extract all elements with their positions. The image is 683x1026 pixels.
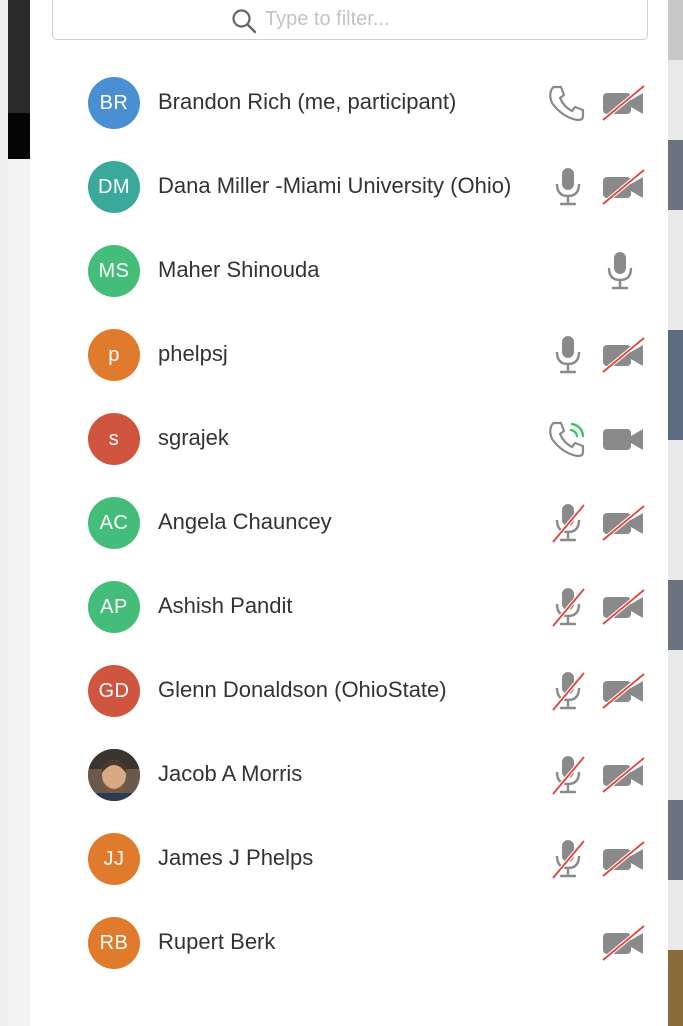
phone-active-icon[interactable] xyxy=(546,418,588,460)
background-window-strip-light xyxy=(8,159,30,1026)
video-off-icon[interactable] xyxy=(600,672,646,710)
avatar: s xyxy=(88,413,140,465)
participant-name: Maher Shinouda xyxy=(158,257,320,282)
video-off-icon[interactable] xyxy=(600,840,646,878)
avatar-initials: BR xyxy=(99,92,129,114)
video-off-icon[interactable] xyxy=(600,756,646,794)
avatar: GD xyxy=(88,665,140,717)
background-video-edge xyxy=(668,0,683,1026)
avatar: MS xyxy=(88,245,140,297)
participant-name: Angela Chauncey xyxy=(158,509,332,534)
mic-muted-icon[interactable] xyxy=(550,586,586,628)
participant-name: Glenn Donaldson (OhioState) xyxy=(158,677,447,702)
avatar: p xyxy=(88,329,140,381)
participants-panel: BR Brandon Rich (me, participant) DM Dana M… xyxy=(30,0,668,1026)
avatar: JJ xyxy=(88,833,140,885)
avatar: AP xyxy=(88,581,140,633)
mic-muted-icon[interactable] xyxy=(550,670,586,712)
video-off-icon[interactable] xyxy=(600,168,646,206)
video-icon[interactable] xyxy=(600,420,646,458)
participant-name: Jacob A Morris xyxy=(158,761,303,786)
participant-row[interactable]: s sgrajek xyxy=(30,396,668,480)
mic-icon[interactable] xyxy=(602,250,638,292)
participant-row[interactable]: p phelpsj xyxy=(30,312,668,396)
video-off-icon[interactable] xyxy=(600,504,646,542)
mic-muted-icon[interactable] xyxy=(550,754,586,796)
filter-input[interactable] xyxy=(265,7,625,31)
avatar-initials: AP xyxy=(100,596,128,618)
avatar-photo xyxy=(88,749,140,801)
filter-search-box[interactable] xyxy=(52,0,648,40)
avatar-initials: AC xyxy=(99,512,129,534)
participant-row[interactable]: AP Ashish Pandit xyxy=(30,564,668,648)
phone-icon[interactable] xyxy=(546,82,588,124)
participant-name: sgrajek xyxy=(158,425,229,450)
screenshot-stage: BR Brandon Rich (me, participant) DM Dana M… xyxy=(0,0,683,1026)
participant-row[interactable]: BR Brandon Rich (me, participant) xyxy=(30,60,668,144)
participant-name: James J Phelps xyxy=(158,845,314,870)
avatar-initials: RB xyxy=(99,932,129,954)
participant-name: Ashish Pandit xyxy=(158,593,293,618)
participant-name: Dana Miller -Miami University (Ohio) xyxy=(158,173,512,198)
participant-row[interactable]: RB Rupert Berk xyxy=(30,900,668,984)
video-off-icon[interactable] xyxy=(600,924,646,962)
mic-icon[interactable] xyxy=(550,166,586,208)
participant-row[interactable]: MS Maher Shinouda xyxy=(30,228,668,312)
avatar: RB xyxy=(88,917,140,969)
participant-row[interactable]: Jacob A Morris xyxy=(30,732,668,816)
avatar-initials: p xyxy=(108,344,120,366)
participant-row[interactable]: GD Glenn Donaldson (OhioState) xyxy=(30,648,668,732)
avatar: BR xyxy=(88,77,140,129)
avatar-initials: DM xyxy=(97,176,131,198)
avatar-initials: s xyxy=(108,428,120,450)
background-window-strip-dark xyxy=(8,113,30,159)
participant-row[interactable]: AC Angela Chauncey xyxy=(30,480,668,564)
avatar xyxy=(88,749,140,801)
mic-muted-icon[interactable] xyxy=(550,502,586,544)
mic-muted-icon[interactable] xyxy=(550,838,586,880)
video-off-icon[interactable] xyxy=(600,588,646,626)
video-off-icon[interactable] xyxy=(600,336,646,374)
search-icon xyxy=(232,9,257,34)
participant-row[interactable]: JJ James J Phelps xyxy=(30,816,668,900)
participant-name: Rupert Berk xyxy=(158,929,276,954)
video-off-icon[interactable] xyxy=(600,84,646,122)
avatar-initials: MS xyxy=(98,260,130,282)
participant-row[interactable]: DM Dana Miller -Miami University (Ohio) xyxy=(30,144,668,228)
avatar: DM xyxy=(88,161,140,213)
avatar-initials: JJ xyxy=(103,848,125,870)
avatar: AC xyxy=(88,497,140,549)
participant-name: phelpsj xyxy=(158,341,228,366)
mic-icon[interactable] xyxy=(550,334,586,376)
participant-name: Brandon Rich (me, participant) xyxy=(158,89,457,114)
avatar-initials: GD xyxy=(98,680,130,702)
background-window-strip xyxy=(8,0,30,113)
